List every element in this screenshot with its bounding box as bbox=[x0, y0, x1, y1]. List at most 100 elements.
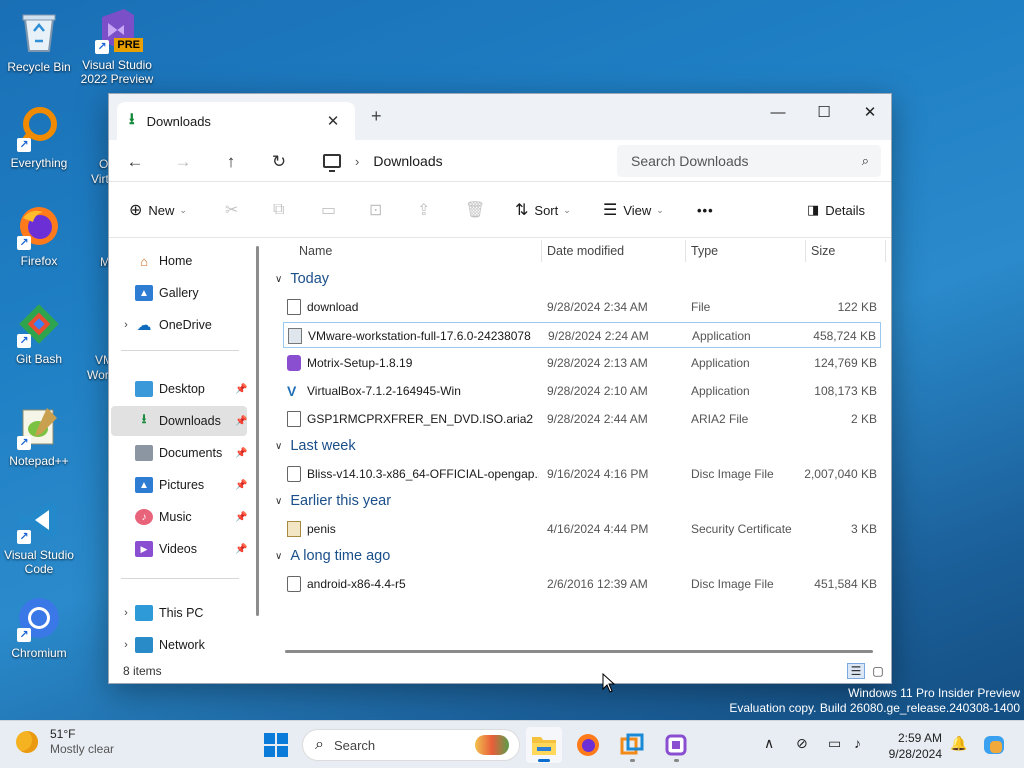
taskbar-vmware[interactable] bbox=[614, 727, 650, 763]
share-button[interactable]: ⇪ bbox=[417, 199, 436, 221]
file-row[interactable]: VMware-workstation-full-17.6.0-24238078 … bbox=[283, 322, 881, 348]
nav-item-this-pc[interactable]: › This PC bbox=[111, 598, 247, 628]
file-row[interactable]: V VirtualBox-7.1.2-164945-Win 9/28/2024 … bbox=[283, 378, 881, 404]
desktop-icon-label: Firefox bbox=[20, 254, 58, 268]
up-button[interactable]: ↑ bbox=[219, 150, 243, 174]
explorer-body: ⌂ Home ▲ Gallery › ☁ OneDrive Desktop 📌 bbox=[109, 238, 891, 659]
copilot-icon bbox=[984, 736, 1004, 754]
nav-divider bbox=[121, 578, 239, 579]
desktop-icon-chromium[interactable]: ↗ Chromium bbox=[0, 594, 78, 660]
pin-icon: 📌 bbox=[235, 479, 248, 491]
disc-image-icon bbox=[287, 466, 301, 482]
search-highlight-icon bbox=[475, 735, 509, 755]
nav-scrollbar[interactable] bbox=[255, 238, 259, 618]
details-view-button[interactable]: ☰ bbox=[847, 663, 865, 679]
column-header-name[interactable]: Name bbox=[299, 244, 332, 258]
nav-item-desktop[interactable]: Desktop 📌 bbox=[111, 374, 247, 404]
copy-button[interactable]: ⧉ bbox=[273, 199, 290, 221]
sort-icon: ⇅ bbox=[515, 202, 529, 219]
refresh-button[interactable]: ↻ bbox=[267, 150, 291, 174]
paste-button[interactable]: ▭ bbox=[321, 199, 342, 221]
system-clock[interactable]: 2:59 AM 9/28/2024 bbox=[880, 730, 942, 762]
taskbar-file-explorer[interactable] bbox=[526, 727, 562, 763]
close-button[interactable]: ✕ bbox=[847, 98, 893, 126]
nav-scrollbar-thumb[interactable] bbox=[256, 246, 259, 616]
visual-studio-preview-icon: PRE ↗ bbox=[93, 6, 143, 54]
nav-item-documents[interactable]: Documents 📌 bbox=[111, 438, 247, 468]
tab-close-button[interactable]: ✕ bbox=[323, 112, 343, 130]
chevron-right-icon[interactable]: › bbox=[117, 639, 135, 651]
tab-downloads[interactable]: ⭳ Downloads ✕ bbox=[117, 102, 355, 140]
tiles-view-button[interactable]: ▢ bbox=[869, 663, 887, 679]
nav-item-downloads[interactable]: ⭳ Downloads 📌 bbox=[111, 406, 247, 436]
start-button[interactable] bbox=[264, 733, 288, 757]
search-input[interactable]: Search Downloads ⌕ bbox=[617, 145, 881, 177]
tiles-view-icon: ▢ bbox=[872, 664, 884, 678]
view-button[interactable]: ☰ View ⌄ bbox=[603, 199, 664, 221]
nav-item-onedrive[interactable]: › ☁ OneDrive bbox=[111, 310, 247, 340]
minimize-button[interactable]: — bbox=[755, 98, 801, 126]
desktop-icon-git-bash[interactable]: ↗ Git Bash bbox=[0, 300, 78, 366]
group-header-today[interactable]: ∨ Today bbox=[275, 268, 329, 290]
file-row[interactable]: Bliss-v14.10.3-x86_64-OFFICIAL-opengap..… bbox=[283, 461, 881, 487]
network-disconnected-icon[interactable]: ⊘ bbox=[796, 735, 808, 752]
file-row[interactable]: Motrix-Setup-1.8.19 9/28/2024 2:13 AM Ap… bbox=[283, 350, 881, 376]
file-row[interactable]: GSP1RMCPRXFRER_EN_DVD.ISO.aria2 9/28/202… bbox=[283, 406, 881, 432]
file-row[interactable]: download 9/28/2024 2:34 AM File 122 KB bbox=[283, 294, 881, 320]
nav-item-pictures[interactable]: ▲ Pictures 📌 bbox=[111, 470, 247, 500]
group-header-a-long-time-ago[interactable]: ∨ A long time ago bbox=[275, 545, 390, 567]
breadcrumb[interactable]: Downloads bbox=[373, 153, 442, 169]
notification-bell-icon[interactable]: 🔔 bbox=[950, 735, 967, 752]
chevron-right-icon[interactable]: › bbox=[117, 319, 135, 331]
back-button[interactable]: ← bbox=[123, 150, 147, 174]
new-button[interactable]: ⊕ New ⌄ bbox=[129, 199, 187, 221]
desktop-icon-vscode[interactable]: ↗ Visual Studio Code bbox=[0, 496, 78, 576]
nav-item-home[interactable]: ⌂ Home bbox=[111, 246, 247, 276]
new-tab-button[interactable]: + bbox=[371, 106, 382, 127]
column-header-date[interactable]: Date modified bbox=[547, 244, 624, 258]
group-header-earlier-this-year[interactable]: ∨ Earlier this year bbox=[275, 490, 391, 512]
desktop-icon-firefox[interactable]: ↗ Firefox bbox=[0, 202, 78, 268]
horizontal-scrollbar[interactable] bbox=[285, 650, 873, 653]
pin-icon: 📌 bbox=[235, 415, 248, 427]
desktop-icon-recycle-bin[interactable]: Recycle Bin bbox=[0, 8, 78, 74]
taskbar-motrix[interactable] bbox=[658, 727, 694, 763]
sort-label: Sort bbox=[534, 202, 559, 218]
forward-button[interactable]: → bbox=[171, 150, 195, 174]
taskbar-firefox[interactable] bbox=[570, 727, 606, 763]
copilot-button[interactable] bbox=[976, 727, 1012, 763]
maximize-button[interactable]: ☐ bbox=[801, 98, 847, 126]
column-header-size[interactable]: Size bbox=[811, 244, 835, 258]
desktop-icon-everything[interactable]: ↗ Everything bbox=[0, 104, 78, 170]
volume-icon[interactable]: ♪ bbox=[854, 735, 861, 751]
nav-item-videos[interactable]: ▶ Videos 📌 bbox=[111, 534, 247, 564]
details-pane-button[interactable]: ◨ Details bbox=[807, 199, 865, 221]
chevron-right-icon[interactable]: › bbox=[117, 607, 135, 619]
file-row[interactable]: android-x86-4.4-r5 2/6/2016 12:39 AM Dis… bbox=[283, 571, 881, 597]
nav-item-network[interactable]: › Network bbox=[111, 630, 247, 660]
cut-button[interactable]: ✂ bbox=[225, 199, 244, 221]
chevron-down-icon: ∨ bbox=[275, 440, 283, 452]
music-folder-icon: ♪ bbox=[135, 509, 153, 525]
desktop-icon-visual-studio-preview[interactable]: PRE ↗ Visual Studio 2022 Preview bbox=[78, 6, 156, 86]
navigation-pane: ⌂ Home ▲ Gallery › ☁ OneDrive Desktop 📌 bbox=[109, 238, 263, 659]
nav-item-music[interactable]: ♪ Music 📌 bbox=[111, 502, 247, 532]
shortcut-arrow-icon: ↗ bbox=[17, 138, 31, 152]
file-row[interactable]: penis 4/16/2024 4:44 PM Security Certifi… bbox=[283, 516, 881, 542]
display-icon[interactable]: ▭ bbox=[828, 735, 841, 752]
taskbar-search-box[interactable]: ⌕ Search bbox=[302, 729, 520, 761]
desktop-icon-notepad-plus-plus[interactable]: ↗ Notepad++ bbox=[0, 402, 78, 468]
weather-widget[interactable]: 51°F Mostly clear bbox=[16, 727, 114, 757]
sort-button[interactable]: ⇅ Sort ⌄ bbox=[515, 199, 571, 221]
blank-file-icon bbox=[287, 411, 301, 427]
column-header-type[interactable]: Type bbox=[691, 244, 718, 258]
delete-button[interactable]: 🗑 bbox=[465, 199, 491, 221]
more-options-button[interactable]: ••• bbox=[697, 199, 714, 221]
blank-file-icon bbox=[287, 299, 301, 315]
show-hidden-icons-chevron-up-icon[interactable]: ∧ bbox=[764, 735, 774, 752]
search-icon: ⌕ bbox=[315, 736, 324, 753]
nav-item-gallery[interactable]: ▲ Gallery bbox=[111, 278, 247, 308]
group-header-last-week[interactable]: ∨ Last week bbox=[275, 435, 356, 457]
address-field[interactable]: › Downloads bbox=[315, 145, 607, 177]
rename-button[interactable]: ⊡ bbox=[369, 199, 388, 221]
